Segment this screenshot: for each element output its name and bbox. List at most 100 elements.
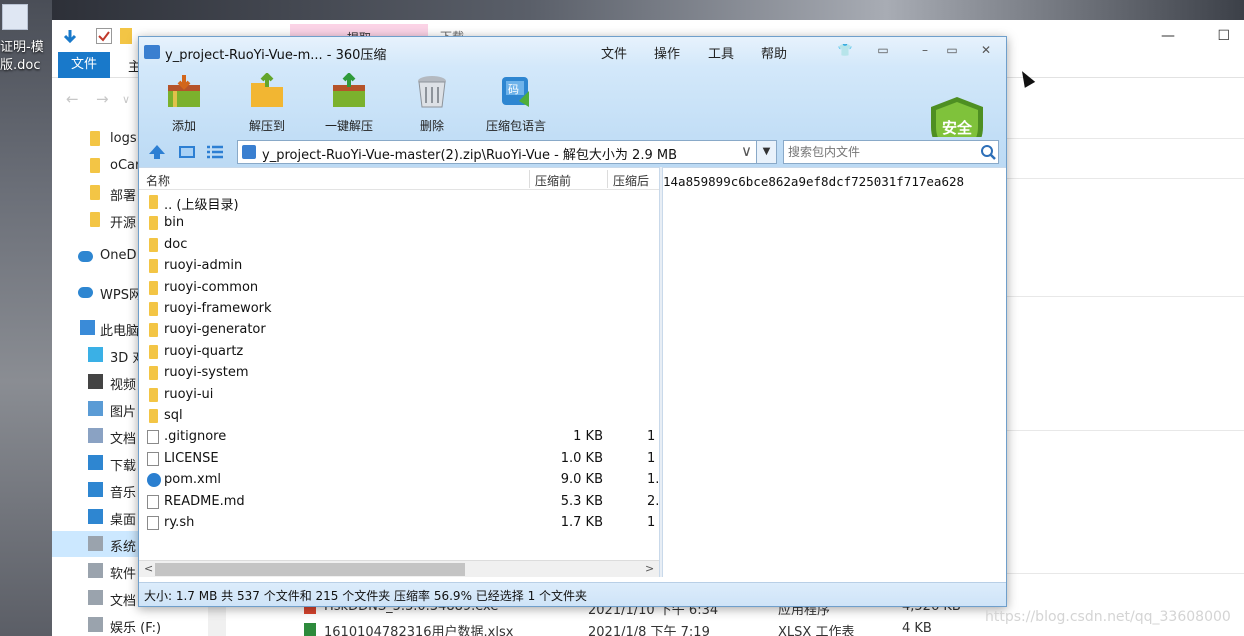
file-icon — [147, 494, 159, 509]
folder-row[interactable]: ruoyi-admin — [139, 255, 659, 276]
folder-icon — [149, 280, 158, 295]
row-packed: 1 — [647, 429, 656, 445]
history-dropdown-button[interactable]: ▼ — [757, 140, 777, 164]
sidebar-item-label: 图片 — [110, 405, 137, 420]
file-row[interactable]: LICENSE 1.0 KB 1 — [139, 448, 659, 469]
minimize-icon[interactable]: – — [916, 41, 934, 59]
search-field[interactable] — [783, 140, 999, 164]
divider — [1006, 178, 1244, 179]
picture-icon — [88, 401, 103, 416]
folder-row[interactable]: ruoyi-system — [139, 362, 659, 383]
file-size: 4 KB — [902, 621, 932, 636]
folder-row[interactable]: .. (上级目录) — [139, 191, 659, 213]
document-icon[interactable] — [2, 4, 28, 30]
column-divider[interactable] — [529, 170, 530, 188]
menu-tools[interactable]: 工具 — [708, 43, 734, 62]
row-name: ruoyi-generator — [164, 322, 266, 338]
folder-row[interactable]: ruoyi-quartz — [139, 341, 659, 362]
sidebar-item-label: 部署 — [110, 189, 137, 204]
browser-file-icon — [147, 473, 161, 488]
search-icon[interactable] — [980, 144, 996, 160]
folder-icon — [149, 237, 158, 252]
sidebar-item-label: 开源 — [110, 216, 137, 231]
drive-icon — [88, 563, 103, 578]
row-name: ruoyi-quartz — [164, 343, 244, 359]
folder-icon[interactable] — [120, 28, 132, 44]
folder-row[interactable]: sql — [139, 405, 659, 426]
folder-icon — [149, 216, 158, 231]
chevron-down-icon[interactable]: ∨ — [122, 93, 130, 106]
list-view-icon[interactable] — [206, 144, 224, 160]
folder-icon — [149, 344, 158, 359]
search-input[interactable] — [784, 141, 976, 163]
checkbox-icon[interactable] — [96, 28, 112, 44]
folder-icon — [149, 366, 158, 381]
file-row[interactable]: .gitignore 1 KB 1 — [139, 426, 659, 447]
maximize-icon[interactable]: ▭ — [943, 41, 961, 59]
forward-arrow-icon[interactable]: → — [96, 90, 109, 108]
file-row[interactable]: ry.sh 1.7 KB 1 — [139, 512, 659, 533]
tab-file[interactable]: 文件 — [58, 52, 110, 78]
add-button[interactable]: 添加 — [146, 71, 222, 133]
chevron-down-icon[interactable]: ∨ — [741, 142, 752, 160]
row-name: pom.xml — [164, 472, 221, 488]
maximize-icon[interactable]: ☐ — [1217, 28, 1230, 44]
column-divider[interactable] — [607, 170, 608, 188]
menu-file[interactable]: 文件 — [601, 43, 627, 62]
column-packed-size[interactable]: 压缩后 — [613, 172, 649, 189]
folder-icon — [90, 131, 100, 146]
divider — [1006, 296, 1244, 297]
archive-path-field[interactable]: y_project-RuoYi-Vue-master(2).zip\RuoYi-… — [237, 140, 757, 164]
scroll-right-icon[interactable]: > — [645, 562, 654, 575]
folder-row[interactable]: doc — [139, 234, 659, 255]
sidebar-item[interactable]: 娱乐 (F:) — [52, 612, 208, 636]
archive-toolbar: 添加 解压到 一键解压 删除 码 压缩包语言 安全 — [139, 67, 1006, 160]
trash-icon — [413, 73, 451, 111]
folder-row[interactable]: ruoyi-generator — [139, 319, 659, 340]
row-name: README.md — [164, 493, 245, 509]
row-name: .. (上级目录) — [164, 198, 239, 213]
row-name: ruoyi-ui — [164, 386, 214, 402]
scrollbar-thumb[interactable] — [155, 563, 465, 576]
sidebar-item-label: 系统 — [110, 540, 137, 555]
row-packed: 2.4 — [647, 493, 659, 509]
menu-help[interactable]: 帮助 — [761, 43, 787, 62]
up-arrow-icon[interactable] — [148, 144, 166, 160]
desktop-icon-label[interactable]: 证明-模 — [0, 36, 44, 55]
sidebar-item-label: 音乐 — [110, 486, 137, 501]
divider — [1006, 430, 1244, 431]
folder-row[interactable]: ruoyi-framework — [139, 298, 659, 319]
row-name: ry.sh — [164, 515, 195, 530]
minimize-icon[interactable]: — — [1161, 28, 1175, 44]
back-arrow-icon[interactable]: ← — [66, 90, 79, 108]
archive-language-button[interactable]: 码 压缩包语言 — [478, 71, 554, 133]
horizontal-scrollbar[interactable]: < > — [139, 560, 659, 577]
menu-operate[interactable]: 操作 — [654, 43, 680, 62]
file-row[interactable]: README.md 5.3 KB 2.4 — [139, 491, 659, 512]
extract-to-button[interactable]: 解压到 — [229, 71, 305, 133]
feedback-icon[interactable]: ▭ — [874, 41, 892, 59]
row-packed: 1 — [647, 450, 656, 466]
scroll-left-icon[interactable]: < — [144, 562, 153, 575]
drive-icon — [88, 617, 103, 632]
archive-path-text: y_project-RuoYi-Vue-master(2).zip\RuoYi-… — [262, 148, 677, 163]
pin-icon[interactable] — [62, 28, 78, 44]
folder-row[interactable]: bin — [139, 212, 659, 233]
folder-row[interactable]: ruoyi-common — [139, 277, 659, 298]
row-packed: 1 — [647, 515, 656, 530]
desktop-icon-label[interactable]: 版.doc — [0, 54, 41, 73]
folder-icon — [149, 195, 158, 209]
archive-window: y_project-RuoYi-Vue-m... - 360压缩 文件 操作 工… — [138, 36, 1007, 607]
column-name[interactable]: 名称 — [146, 172, 170, 189]
skin-icon[interactable]: 👕 — [836, 41, 854, 59]
folder-row[interactable]: ruoyi-ui — [139, 384, 659, 405]
one-click-extract-button[interactable]: 一键解压 — [311, 71, 387, 133]
thumbnail-view-icon[interactable] — [178, 144, 196, 160]
column-original-size[interactable]: 压缩前 — [535, 172, 571, 189]
file-row[interactable]: pom.xml 9.0 KB 1.8 — [139, 469, 659, 490]
close-icon[interactable]: ✕ — [977, 41, 995, 59]
desktop-wallpaper: 证明-模 版.doc — [0, 0, 52, 636]
status-text: 大小: 1.7 MB 共 537 个文件和 215 个文件夹 压缩率 56.9%… — [144, 589, 588, 603]
delete-button[interactable]: 删除 — [394, 71, 470, 133]
row-name: ruoyi-framework — [164, 301, 272, 316]
